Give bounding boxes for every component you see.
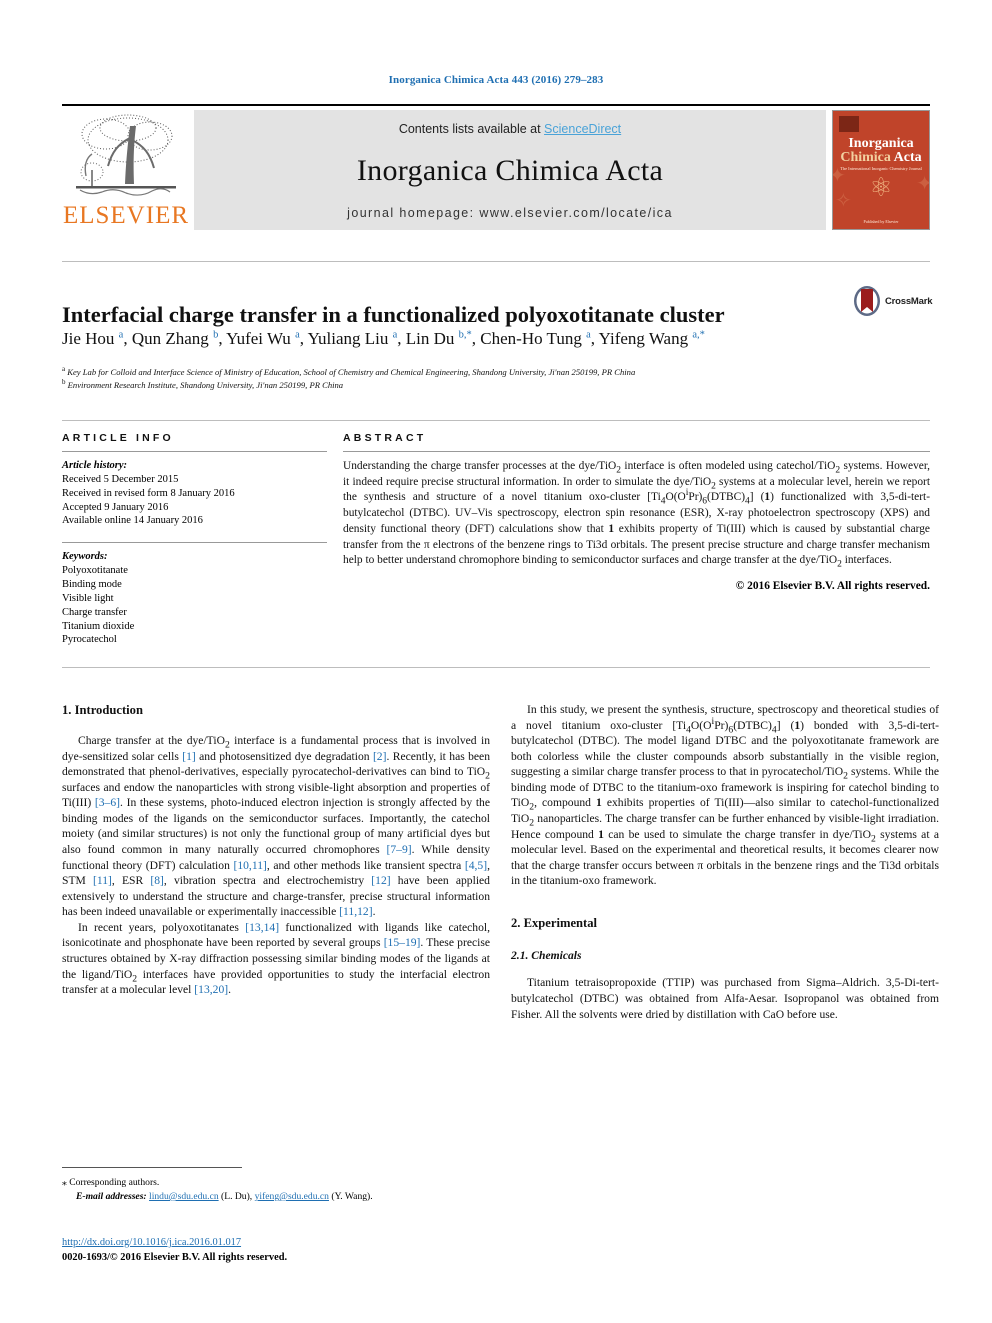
history-revised: Received in revised form 8 January 2016 bbox=[62, 487, 235, 499]
email-label: E-mail addresses: bbox=[76, 1190, 147, 1202]
crossmark-icon bbox=[854, 286, 880, 316]
elsevier-wordmark: ELSEVIER bbox=[62, 202, 190, 229]
journal-homepage[interactable]: journal homepage: www.elsevier.com/locat… bbox=[347, 206, 673, 220]
email-link-lindu[interactable]: lindu@sdu.edu.cn bbox=[149, 1191, 219, 1202]
footnote-block: ⁎ Corresponding authors. E-mail addresse… bbox=[62, 1176, 490, 1204]
affiliation-a-text: Key Lab for Colloid and Interface Scienc… bbox=[67, 367, 636, 377]
running-head: Inorganica Chimica Acta 443 (2016) 279–2… bbox=[388, 74, 604, 86]
history-received: Received 5 December 2015 bbox=[62, 473, 179, 485]
body-column-left: 1. Introduction Charge transfer at the d… bbox=[62, 702, 490, 998]
history-accepted: Accepted 9 January 2016 bbox=[62, 501, 169, 513]
keyword-item: Charge transfer bbox=[62, 606, 127, 618]
keyword-item: Binding mode bbox=[62, 579, 122, 591]
cover-ghost-molecule-left: ✦ bbox=[833, 163, 846, 188]
article-info-rule bbox=[62, 451, 327, 452]
keywords-block: Keywords: Polyoxotitanate Binding mode V… bbox=[62, 542, 327, 647]
elsevier-logo: ELSEVIER bbox=[62, 110, 190, 230]
journal-cover-image: Inorganica Chimica Acta The Internationa… bbox=[832, 110, 930, 230]
crossmark-label: CrossMark bbox=[885, 295, 933, 307]
email-addresses-note: E-mail addresses: lindu@sdu.edu.cn (L. D… bbox=[62, 1190, 490, 1204]
author-list: Jie Hou a, Qun Zhang b, Yufei Wu a, Yuli… bbox=[62, 329, 705, 348]
journal-masthead: ELSEVIER Contents lists available at Sci… bbox=[62, 104, 930, 230]
heading-experimental: 2. Experimental bbox=[511, 915, 598, 930]
cover-title-line2: Chimica Acta bbox=[833, 151, 929, 165]
affiliations: a Key Lab for Colloid and Interface Scie… bbox=[62, 366, 930, 392]
chemicals-paragraph: Titanium tetraisopropoxide (TTIP) was pu… bbox=[511, 976, 939, 1021]
keyword-item: Polyoxotitanate bbox=[62, 565, 128, 577]
abstract-heading: ABSTRACT bbox=[343, 432, 427, 444]
title-divider bbox=[62, 261, 930, 262]
cover-title-chimica: Chimica bbox=[840, 150, 891, 165]
sciencedirect-link[interactable]: ScienceDirect bbox=[544, 122, 621, 136]
journal-title: Inorganica Chimica Acta bbox=[356, 154, 664, 187]
info-divider-top bbox=[62, 420, 930, 421]
body-column-right: In this study, we present the synthesis,… bbox=[511, 702, 939, 1022]
cover-title-line1: Inorganica bbox=[848, 136, 914, 151]
doi-link[interactable]: http://dx.doi.org/10.1016/j.ica.2016.01.… bbox=[62, 1237, 241, 1248]
keyword-item: Titanium dioxide bbox=[62, 620, 135, 632]
cover-ghost-molecule-bottom: ✧ bbox=[835, 190, 852, 212]
sciencedirect-band: Contents lists available at ScienceDirec… bbox=[194, 110, 826, 230]
issn-copyright-line: 0020-1693/© 2016 Elsevier B.V. All right… bbox=[62, 1251, 288, 1263]
email-link-yifeng[interactable]: yifeng@sdu.edu.cn bbox=[255, 1191, 329, 1202]
doi-block: http://dx.doi.org/10.1016/j.ica.2016.01.… bbox=[62, 1236, 490, 1265]
affiliation-b: b Environment Research Institute, Shando… bbox=[62, 378, 344, 390]
cover-subtitle: The International Inorganic Chemistry Jo… bbox=[840, 166, 922, 171]
abstract-rule bbox=[343, 451, 930, 452]
email-owner-yifeng: (Y. Wang). bbox=[331, 1190, 373, 1202]
heading-chemicals: 2.1. Chemicals bbox=[511, 948, 582, 962]
keywords-label: Keywords: bbox=[62, 551, 108, 563]
intro-paragraph-2: In recent years, polyoxotitanates [13,14… bbox=[62, 920, 491, 997]
affiliation-b-text: Environment Research Institute, Shandong… bbox=[67, 379, 344, 390]
intro-paragraph-3: In this study, we present the synthesis,… bbox=[511, 703, 940, 888]
page-title: Interfacial charge transfer in a functio… bbox=[62, 302, 725, 328]
abstract-copyright: © 2016 Elsevier B.V. All rights reserved… bbox=[735, 580, 930, 593]
cover-title-acta: Acta bbox=[893, 150, 922, 165]
crossmark-badge[interactable]: CrossMark bbox=[852, 283, 934, 319]
cover-footer-text: Published by Elsevier bbox=[863, 219, 899, 224]
contents-prefix: Contents lists available at bbox=[398, 122, 545, 136]
abstract-column: ABSTRACT Understanding the charge transf… bbox=[343, 432, 930, 592]
cover-elsevier-mark bbox=[839, 116, 859, 132]
corresponding-authors-note: ⁎ Corresponding authors. bbox=[62, 1176, 490, 1190]
page-root: Inorganica Chimica Acta 443 (2016) 279–2… bbox=[0, 0, 992, 1323]
keywords-rule bbox=[62, 542, 327, 544]
footnote-divider bbox=[62, 1167, 242, 1168]
intro-paragraph-1: Charge transfer at the dye/TiO2 interfac… bbox=[62, 733, 490, 919]
heading-introduction: 1. Introduction bbox=[62, 703, 143, 717]
corresponding-marker: ⁎ bbox=[62, 1177, 67, 1188]
email-owner-lindu: (L. Du), bbox=[221, 1190, 253, 1202]
contents-available-line: Contents lists available at ScienceDirec… bbox=[399, 122, 621, 136]
elsevier-tree-icon bbox=[76, 114, 176, 196]
keyword-item: Visible light bbox=[62, 592, 114, 604]
cover-ghost-molecule-right: ✦ bbox=[916, 171, 929, 196]
article-history-label: Article history: bbox=[62, 460, 128, 471]
history-online: Available online 14 January 2016 bbox=[62, 515, 203, 527]
keyword-item: Pyrocatechol bbox=[62, 634, 117, 646]
article-info-heading: ARTICLE INFO bbox=[62, 432, 174, 444]
corresponding-text: Corresponding authors. bbox=[69, 1177, 160, 1188]
info-divider-bottom bbox=[62, 667, 930, 668]
abstract-text: Understanding the charge transfer proces… bbox=[343, 460, 931, 570]
affiliation-a: a Key Lab for Colloid and Interface Scie… bbox=[62, 365, 636, 377]
article-info-column: ARTICLE INFO Article history: Received 5… bbox=[62, 432, 327, 647]
